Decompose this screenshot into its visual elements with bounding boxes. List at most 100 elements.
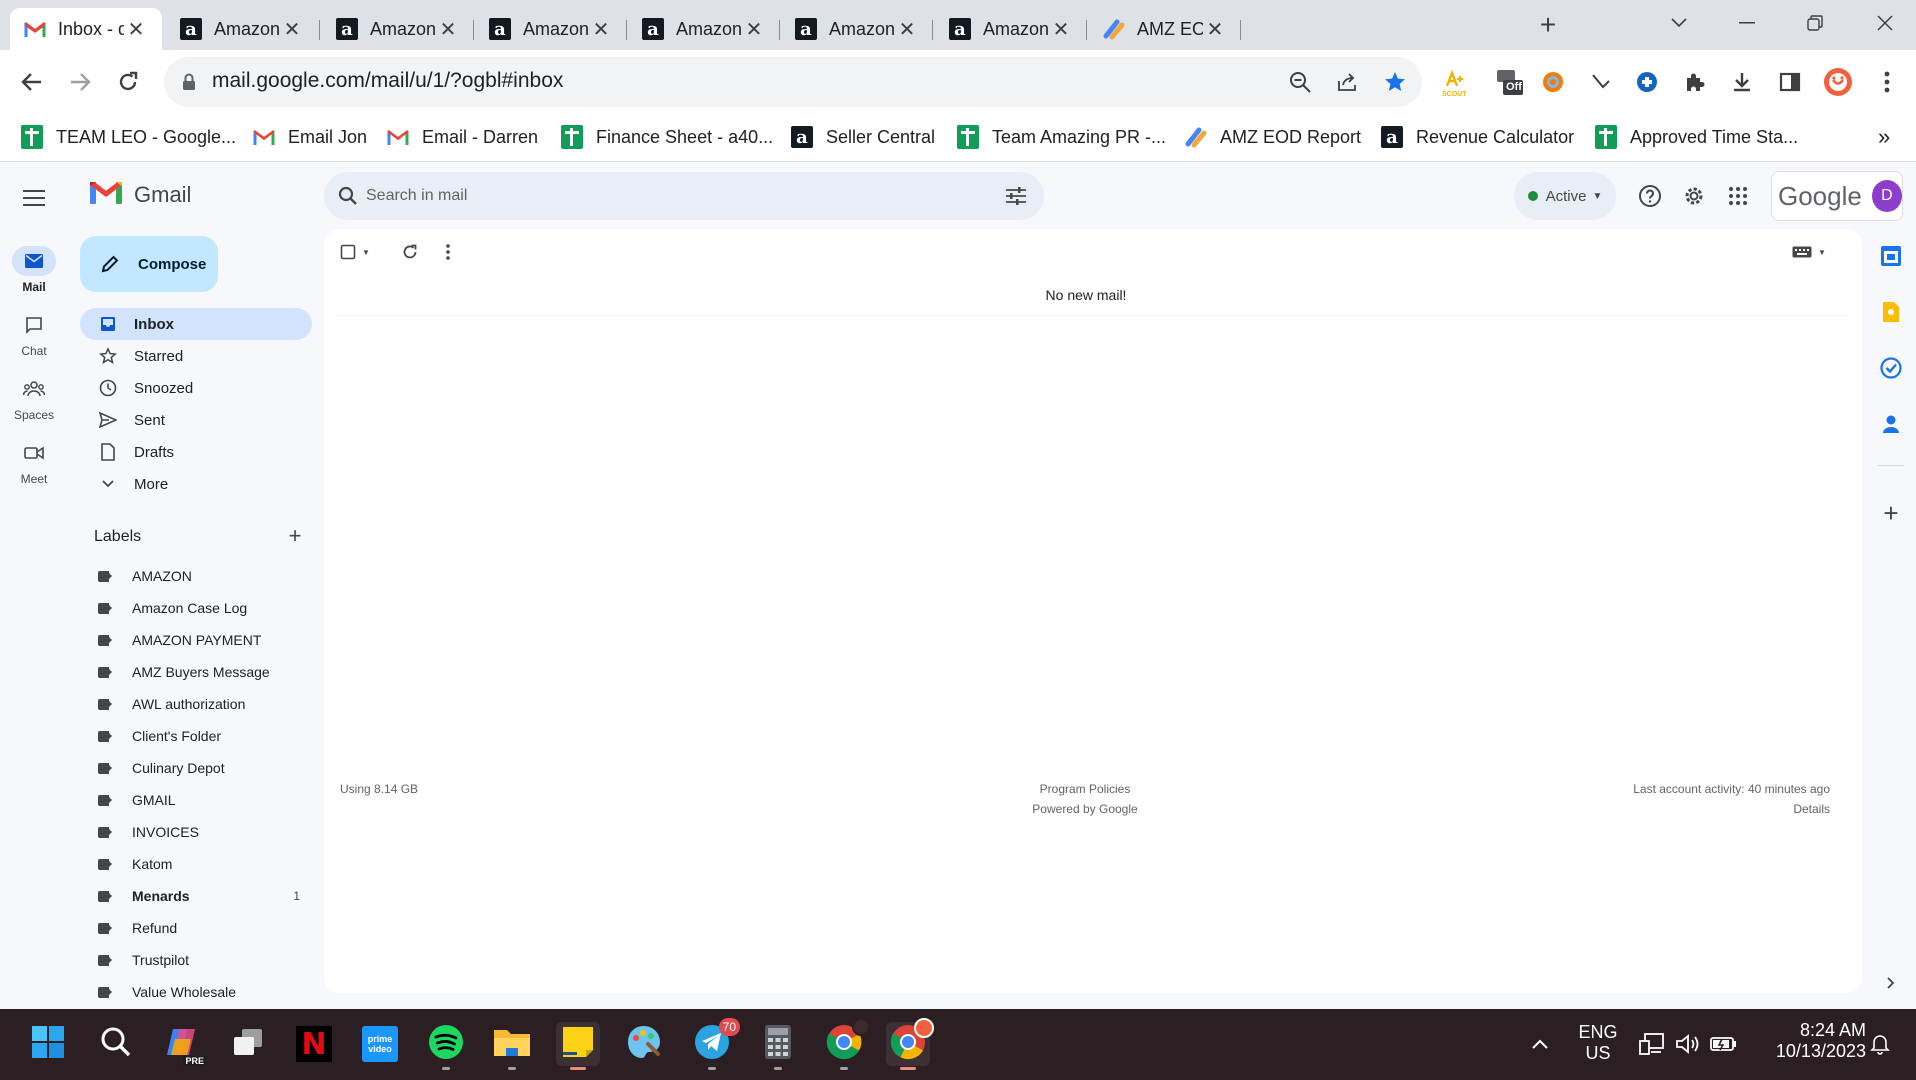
circle-extension-icon[interactable] (1538, 67, 1568, 97)
tab-amazon-6[interactable]: a Amazon ✕ (935, 8, 1087, 50)
taskbar-file-explorer[interactable] (490, 1022, 534, 1070)
label-katom[interactable]: Katom (80, 848, 312, 880)
zoom-out-icon[interactable] (1287, 69, 1313, 95)
taskbar-task-view[interactable] (226, 1022, 270, 1066)
bookmark-team-amazing-pr[interactable]: Team Amazing PR -... (956, 122, 1166, 152)
bookmark-email-jon[interactable]: Email Jon (252, 122, 367, 152)
rail-mail[interactable]: Mail (0, 246, 68, 294)
rail-chat[interactable]: Chat (0, 310, 68, 358)
nav-sent[interactable]: Sent (80, 404, 312, 436)
blue-extension-icon[interactable] (1632, 67, 1662, 97)
label-clients-folder[interactable]: Client's Folder (80, 720, 312, 752)
extensions-puzzle-icon[interactable] (1680, 67, 1710, 97)
close-tab-icon[interactable]: ✕ (280, 17, 304, 42)
gmail-logo[interactable]: Gmail (90, 180, 191, 209)
nav-snoozed[interactable]: Snoozed (80, 372, 312, 404)
taskbar-telegram[interactable]: 70 (690, 1018, 740, 1070)
taskbar-prime-video[interactable]: prime video (358, 1022, 402, 1066)
bookmark-email-darren[interactable]: Email - Darren (386, 122, 538, 152)
label-awl-authorization[interactable]: AWL authorization (80, 688, 312, 720)
network-icon[interactable] (1638, 1030, 1666, 1058)
tasks-icon[interactable] (1878, 355, 1904, 381)
bookmark-seller-central[interactable]: a Seller Central (790, 122, 935, 152)
notification-bell-icon[interactable] (1866, 1030, 1894, 1058)
close-tab-icon[interactable]: ✕ (742, 17, 766, 42)
program-policies-link[interactable]: Program Policies (924, 782, 1246, 796)
volume-icon[interactable] (1674, 1030, 1702, 1058)
apps-grid-icon[interactable] (1724, 182, 1752, 210)
taskbar-sticky-notes[interactable] (556, 1022, 600, 1070)
settings-gear-icon[interactable] (1680, 182, 1708, 210)
compose-button[interactable]: Compose (80, 236, 218, 292)
refresh-button[interactable] (402, 240, 418, 264)
bookmark-star-icon[interactable] (1382, 69, 1408, 95)
status-selector[interactable]: Active ▼ (1514, 172, 1616, 220)
forward-button[interactable] (64, 66, 96, 98)
bookmark-finance-sheet[interactable]: Finance Sheet - a40... (560, 122, 773, 152)
close-tab-icon[interactable]: ✕ (1049, 17, 1073, 42)
tab-amazon-5[interactable]: a Amazon ✕ (781, 8, 933, 50)
help-icon[interactable] (1636, 182, 1664, 210)
scout-extension-icon[interactable]: SCOUT (1440, 67, 1470, 98)
get-addons-plus-icon[interactable]: + (1878, 498, 1904, 528)
search-options-icon[interactable] (1002, 182, 1030, 210)
back-button[interactable] (16, 66, 48, 98)
tray-overflow-chevron-icon[interactable] (1526, 1030, 1554, 1058)
storage-usage[interactable]: Using 8.14 GB (340, 782, 418, 796)
rail-meet[interactable]: Meet (0, 438, 68, 486)
close-tab-icon[interactable]: ✕ (436, 17, 460, 42)
close-window-icon[interactable] (1862, 6, 1908, 40)
label-culinary-depot[interactable]: Culinary Depot (80, 752, 312, 784)
nav-starred[interactable]: Starred (80, 340, 312, 372)
search-input[interactable] (366, 183, 966, 209)
chrome-menu-icon[interactable] (1872, 67, 1902, 97)
taskbar-paint[interactable] (622, 1022, 666, 1066)
close-tab-icon[interactable]: ✕ (1203, 17, 1227, 42)
tab-inbox[interactable]: Inbox - dar ✕ (10, 8, 162, 50)
tab-search-icon[interactable] (1656, 6, 1702, 40)
tab-amazon-2[interactable]: a Amazon ✕ (322, 8, 474, 50)
contacts-icon[interactable] (1878, 411, 1904, 437)
label-amz-buyers-message[interactable]: AMZ Buyers Message (80, 656, 312, 688)
side-panel-icon[interactable] (1775, 67, 1805, 97)
off-extension-icon[interactable]: Off (1494, 67, 1524, 97)
label-refund[interactable]: Refund (80, 912, 312, 944)
label-amazon-case-log[interactable]: Amazon Case Log (80, 592, 312, 624)
minimize-icon[interactable] (1724, 6, 1770, 40)
label-trustpilot[interactable]: Trustpilot (80, 944, 312, 976)
close-tab-icon[interactable]: ✕ (124, 17, 148, 42)
search-icon[interactable] (334, 182, 362, 210)
more-options-icon[interactable] (446, 240, 450, 264)
bookmark-approved-time[interactable]: Approved Time Sta... (1594, 122, 1798, 152)
clock[interactable]: 8:24 AM 10/13/2023 (1756, 1020, 1866, 1062)
reload-button[interactable] (112, 66, 144, 98)
taskbar-chrome-2[interactable] (886, 1018, 934, 1070)
lock-icon[interactable] (176, 69, 202, 95)
taskbar-netflix[interactable]: N (292, 1022, 336, 1066)
share-icon[interactable] (1334, 69, 1360, 95)
nav-more[interactable]: More (80, 468, 312, 500)
tab-amazon-4[interactable]: a Amazon ✕ (628, 8, 780, 50)
close-tab-icon[interactable]: ✕ (589, 17, 613, 42)
label-gmail[interactable]: GMAIL (80, 784, 312, 816)
download-icon[interactable] (1727, 67, 1757, 97)
input-tools-keyboard-icon[interactable]: ▼ (1792, 240, 1826, 264)
taskbar-spotify[interactable] (424, 1022, 468, 1070)
tab-amazon-1[interactable]: a Amazon ✕ (166, 8, 318, 50)
language-indicator[interactable]: ENG US (1572, 1022, 1624, 1064)
label-invoices[interactable]: INVOICES (80, 816, 312, 848)
account-switcher[interactable]: Google D (1771, 171, 1903, 221)
rail-spaces[interactable]: Spaces (0, 374, 68, 422)
label-amazon[interactable]: AMAZON (80, 560, 312, 592)
bookmark-amz-eod-report[interactable]: AMZ EOD Report (1184, 122, 1361, 152)
taskbar-chrome-1[interactable] (822, 1018, 870, 1070)
taskbar-calculator[interactable] (756, 1022, 800, 1070)
add-label-button[interactable]: + (284, 525, 306, 548)
stylus-extension-icon[interactable] (1585, 67, 1615, 97)
keep-icon[interactable] (1878, 299, 1904, 325)
calendar-icon[interactable] (1878, 243, 1904, 269)
label-value-wholesale[interactable]: Value Wholesale (80, 976, 312, 1008)
tab-amazon-3[interactable]: a Amazon ✕ (475, 8, 627, 50)
url-text[interactable]: mail.google.com/mail/u/1/?ogbl#inbox (212, 69, 563, 93)
close-tab-icon[interactable]: ✕ (895, 17, 919, 42)
